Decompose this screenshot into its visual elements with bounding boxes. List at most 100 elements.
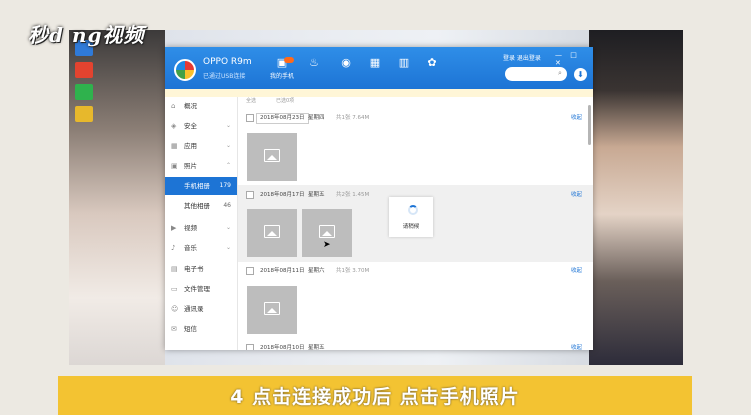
chevron-down-icon: ⌄ [225,122,231,129]
sidebar-item-files[interactable]: ▭ 文件管理 [165,280,237,298]
sidebar-item-label: 应用 [184,142,197,150]
loading-text: 请稍候 [402,224,420,230]
sidebar-item-sms[interactable]: ✉ 短信 [165,320,237,338]
chevron-down-icon: ⌄ [225,224,231,231]
group-date[interactable]: 2018年08月23日 [256,113,309,124]
photo-toolbar: 全选 已选0项 [238,97,593,105]
chevron-up-icon: ⌃ [225,162,231,169]
sidebar-item-label: 短信 [184,325,197,333]
sidebar-item-label: 手机相册 [184,182,210,190]
group-checkbox[interactable] [246,344,254,350]
image-placeholder-icon [264,225,280,238]
photo-thumbnail[interactable] [247,286,297,334]
watermark-logo: 秒d ng视频 [28,18,148,48]
sidebar-item-apps[interactable]: ▦ 应用 ⌄ [165,137,237,155]
book-icon: ▤ [171,265,178,273]
tab-games[interactable]: ▦ [362,57,388,71]
tab-apps[interactable]: ◉ [333,57,359,71]
image-placeholder-icon [264,149,280,162]
apps-icon: ◉ [341,56,351,69]
sidebar-item-overview[interactable]: ⌂ 概况 [165,97,237,115]
tab-tools[interactable]: ✿ [419,57,445,71]
sidebar-item-label: 电子书 [184,265,204,273]
sidebar-item-video[interactable]: ▶ 视频 ⌄ [165,219,237,237]
fire-icon: ♨ [309,56,319,69]
grid-icon: ▦ [171,142,178,150]
image-placeholder-icon [264,302,280,315]
home-icon: ⌂ [171,102,176,110]
subtitle-text: 4 点击连接成功后 点击手机照片 [230,386,520,408]
group-meta: 共2张 1.45M [336,192,370,198]
app-logo-icon[interactable] [174,59,196,81]
folder-icon: ▭ [171,285,178,293]
sidebar-item-label: 照片 [184,162,197,170]
desktop-icon[interactable] [75,84,93,100]
top-links[interactable]: 登录 退出登录 [503,53,541,62]
shield-icon: ◈ [171,122,177,130]
subtitle: 4 点击连接成功后 点击手机照片 [58,376,692,415]
group-checkbox[interactable] [246,267,254,275]
image-placeholder-icon [319,225,335,238]
group-meta: 共1张 3.70M [336,268,370,274]
title-bar: OPPO R9m 已通过USB连接 ▣ 我的手机 ♨ ◉ ▦ ▥ ✿ 登录 退出… [165,47,593,89]
chart-icon: ▦ [369,56,381,69]
album-count: 46 [223,202,231,209]
date-group-header: 2018年08月10日 星期五 收起 [238,341,588,350]
photo-thumbnail[interactable] [247,209,297,257]
sidebar-item-label: 视频 [184,224,197,232]
chevron-down-icon: ⌄ [225,244,231,251]
group-weekday: 星期六 [308,268,325,274]
bar-icon: ▥ [398,56,410,69]
selected-count: 已选0项 [276,98,295,104]
tools-icon: ✿ [427,56,437,69]
scrollbar[interactable] [588,105,591,145]
collapse-link[interactable]: 收起 [571,188,582,202]
sidebar-item-ebook[interactable]: ▤ 电子书 [165,260,237,278]
tab-hot[interactable]: ♨ [301,57,327,71]
sidebar-item-music[interactable]: ♪ 音乐 ⌄ [165,239,237,257]
sidebar-item-label: 文件管理 [184,285,210,293]
download-icon[interactable]: ⬇ [574,68,587,81]
date-group-header: 2018年08月11日 星期六 共1张 3.70M 收起 [238,264,588,278]
tab-ranking[interactable]: ▥ [391,57,417,71]
contacts-icon: ☺ [171,305,179,313]
group-checkbox[interactable] [246,114,254,122]
collapse-link[interactable]: 收起 [571,111,582,125]
group-date: 2018年08月10日 [260,345,305,350]
group-checkbox[interactable] [246,191,254,199]
video-icon: ▶ [171,224,177,232]
desktop-icon[interactable] [75,106,93,122]
spinner-icon [408,205,418,215]
sidebar-item-security[interactable]: ◈ 安全 ⌄ [165,117,237,135]
sidebar-item-label: 其他相册 [184,202,210,210]
logo-text: 秒d ng视频 [28,22,145,47]
notification-badge [284,57,294,63]
sidebar-item-photos[interactable]: ▣ 照片 ⌃ [165,157,237,175]
sidebar-item-label: 通讯录 [184,305,204,313]
select-all-checkbox[interactable]: 全选 [246,97,256,105]
sidebar-item-other-albums[interactable]: 其他相册 46 [165,197,237,215]
phone-manager-window: OPPO R9m 已通过USB连接 ▣ 我的手机 ♨ ◉ ▦ ▥ ✿ 登录 退出… [165,47,593,350]
window-controls[interactable]: — □ ✕ [555,51,593,67]
photo-thumbnail[interactable] [247,133,297,181]
sidebar-item-label: 音乐 [184,244,197,252]
sidebar-item-label: 概况 [184,102,197,110]
device-name[interactable]: OPPO R9m [203,57,252,67]
sidebar-item-phone-album[interactable]: 手机相册 179 [165,177,237,195]
sidebar-item-contacts[interactable]: ☺ 通讯录 [165,300,237,318]
group-meta: 共1张 7.64M [336,115,370,121]
date-group-header: 2018年08月23日 星期四 共1张 7.64M 收起 [238,111,588,125]
device-status: 已通过USB连接 [203,73,246,80]
image-icon: ▣ [171,162,178,170]
wallpaper-left-photo [69,30,165,365]
collapse-link[interactable]: 收起 [571,341,582,350]
wallpaper-right-photo [589,30,683,365]
group-weekday: 星期四 [308,115,325,121]
group-weekday: 星期五 [308,192,325,198]
desktop-icon[interactable] [75,62,93,78]
search-icon[interactable]: ⌕ [558,69,562,78]
loading-dialog: 请稍候 [389,197,433,237]
notice-bar [165,89,593,97]
sidebar-item-label: 安全 [184,122,197,130]
collapse-link[interactable]: 收起 [571,264,582,278]
